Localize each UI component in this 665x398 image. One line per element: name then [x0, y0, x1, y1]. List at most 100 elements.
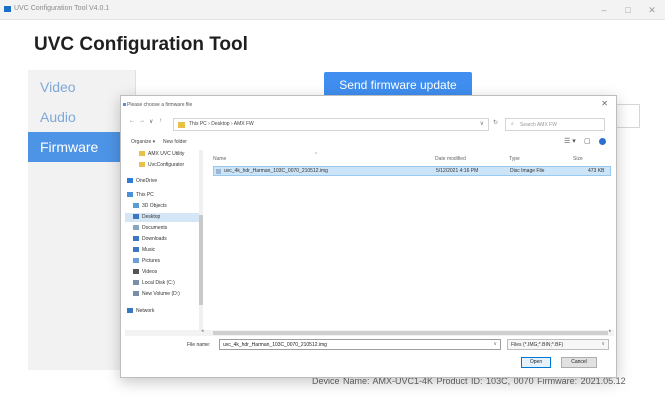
nav-pane-item-label: This PC [136, 192, 154, 198]
app-icon [4, 6, 11, 12]
dialog-app-icon [123, 103, 126, 106]
desktop-icon [133, 214, 139, 219]
nav-pane-scrollbar[interactable] [199, 150, 203, 332]
disc-image-icon [216, 169, 221, 174]
documents-icon [133, 225, 139, 230]
nav-pane-item[interactable]: Downloads [125, 235, 201, 244]
nav-pane-item-label: 3D Objects [142, 203, 167, 209]
cloud-icon [127, 178, 133, 183]
nav-pane-item-label: OneDrive [136, 178, 158, 184]
nav-pane-scroll-thumb[interactable] [199, 215, 203, 305]
title-bar: UVC Configuration Tool V4.0.1 – □ ✕ [0, 0, 665, 20]
nav-pane-item-label: Downloads [142, 236, 167, 242]
column-date-modified[interactable]: Date modified [435, 156, 466, 162]
address-dropdown-icon[interactable]: ∨ [480, 120, 484, 127]
file-name-input[interactable]: uvc_4k_hdr_Harman_103C_0070_210512.img ∨ [219, 339, 501, 350]
column-name[interactable]: Name [213, 156, 226, 162]
nav-pane-item[interactable]: Videos [125, 268, 201, 277]
nav-pane-item-label: UvcConfigurator [148, 162, 185, 168]
file-type-filter-value: Files (*.IMG;*.BIN;*.BF) [511, 342, 564, 348]
preview-pane-icon[interactable]: ▢ [584, 137, 591, 145]
nav-pane-item-label: Network [136, 308, 155, 314]
forward-arrow-icon[interactable]: → [139, 118, 145, 124]
computer-icon [127, 192, 133, 197]
dialog-close-icon[interactable]: ✕ [601, 99, 608, 108]
folder-icon [139, 162, 145, 167]
column-headers: Name ^ Date modified Type Size [207, 152, 615, 166]
horizontal-scrollbar[interactable]: ◂ ▸ [125, 328, 614, 336]
address-path: This PC › Desktop › AMX FW [189, 121, 254, 127]
nav-pane-item[interactable]: Music [125, 246, 201, 255]
file-name-label: File name: [187, 342, 211, 348]
scroll-left-icon[interactable]: ◂ [201, 328, 204, 334]
close-window-button[interactable]: ✕ [646, 4, 658, 16]
window-title: UVC Configuration Tool V4.0.1 [14, 5, 110, 12]
folder-icon [178, 122, 185, 128]
drive-icon [133, 291, 139, 296]
nav-pane-item-label: Videos [142, 269, 158, 275]
nav-pane-item[interactable]: This PC [125, 191, 201, 200]
dialog-nav-row: ← → ∨ ↑ This PC › Desktop › AMX FW ∨ ↻ ⌕… [121, 115, 618, 133]
pictures-icon [133, 258, 139, 263]
nav-pane-item-label: New Volume (D:) [142, 291, 180, 297]
folder-icon [139, 151, 145, 156]
nav-pane-item[interactable]: UvcConfigurator [125, 161, 201, 170]
refresh-icon[interactable]: ↻ [493, 119, 498, 126]
search-box[interactable]: ⌕ Search AMX FW [505, 118, 605, 131]
organize-menu[interactable]: Organize ▾ [131, 139, 155, 145]
cube-icon [133, 203, 139, 208]
dialog-toolbar: Organize ▾ New folder ☰ ▾ ▢ [121, 136, 618, 148]
scroll-right-icon[interactable]: ▸ [609, 328, 612, 334]
filter-dropdown-icon[interactable]: ∨ [601, 341, 605, 347]
nav-pane-item[interactable]: Documents [125, 224, 201, 233]
cancel-button[interactable]: Cancel [561, 357, 597, 368]
nav-pane-item[interactable]: OneDrive [125, 177, 201, 186]
videos-icon [133, 269, 139, 274]
up-arrow-icon[interactable]: ↑ [159, 118, 162, 124]
file-date-cell: 5/12/2021 4:16 PM [436, 168, 479, 174]
nav-pane-item[interactable]: Local Disk (C:) [125, 279, 201, 288]
help-icon[interactable] [599, 138, 606, 145]
minimize-button[interactable]: – [598, 4, 610, 16]
search-icon: ⌕ [511, 121, 514, 127]
nav-pane-item-label: Documents [142, 225, 168, 231]
nav-pane-item-label: Pictures [142, 258, 161, 264]
file-row[interactable]: uvc_4k_hdr_Harman_103C_0070_210512.img 5… [213, 166, 611, 176]
drive-icon [133, 280, 139, 285]
column-type[interactable]: Type [509, 156, 520, 162]
search-placeholder: Search AMX FW [520, 122, 557, 128]
recent-dropdown-icon[interactable]: ∨ [149, 118, 153, 125]
music-icon [133, 247, 139, 252]
dialog-title: Please choose a firmware file [127, 102, 193, 108]
app-heading: UVC Configuration Tool [34, 34, 248, 55]
address-bar[interactable]: This PC › Desktop › AMX FW ∨ [173, 118, 489, 131]
back-arrow-icon[interactable]: ← [129, 118, 135, 124]
download-icon [133, 236, 139, 241]
file-name-dropdown-icon[interactable]: ∨ [493, 341, 497, 347]
nav-pane-item[interactable]: AMX UVC Utility [125, 150, 201, 159]
nav-pane-item[interactable]: Pictures [125, 257, 201, 266]
sort-indicator-icon: ^ [315, 152, 318, 158]
file-open-dialog: Please choose a firmware file ✕ ← → ∨ ↑ … [120, 95, 617, 378]
maximize-button[interactable]: □ [622, 4, 634, 16]
file-size-cell: 473 KB [588, 168, 605, 174]
nav-pane-item[interactable]: New Volume (D:) [125, 290, 201, 299]
file-name-cell: uvc_4k_hdr_Harman_103C_0070_210512.img [224, 168, 328, 174]
nav-pane-item-label: Desktop [142, 214, 161, 220]
nav-pane-item-label: AMX UVC Utility [148, 151, 185, 157]
nav-pane-item-label: Local Disk (C:) [142, 280, 175, 286]
nav-pane-item[interactable]: 3D Objects [125, 202, 201, 211]
navigation-pane: AMX UVC Utility UvcConfigurator OneDrive Th… [125, 150, 205, 332]
file-type-filter[interactable]: Files (*.IMG;*.BIN;*.BF) ∨ [507, 339, 609, 350]
network-icon [127, 308, 133, 313]
nav-pane-item-label: Music [142, 247, 156, 253]
horizontal-scroll-thumb[interactable] [213, 331, 608, 335]
nav-pane-item[interactable]: Network [125, 307, 201, 316]
open-button[interactable]: Open [521, 357, 551, 368]
nav-pane-item[interactable]: Desktop [125, 213, 201, 222]
new-folder-button[interactable]: New folder [163, 139, 187, 145]
file-type-cell: Disc Image File [510, 168, 545, 174]
column-size[interactable]: Size [573, 156, 583, 162]
view-options-icon[interactable]: ☰ ▾ [564, 137, 576, 145]
file-name-value: uvc_4k_hdr_Harman_103C_0070_210512.img [223, 342, 327, 348]
